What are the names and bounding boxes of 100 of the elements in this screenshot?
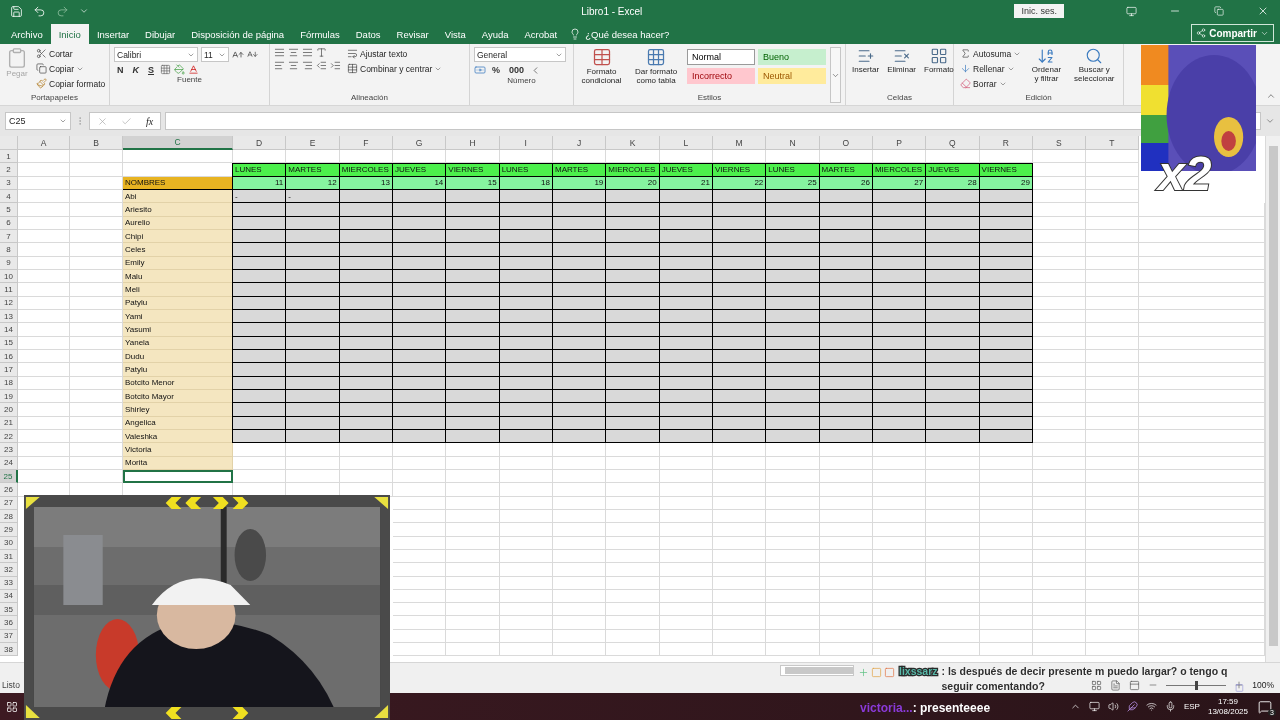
select-all-button[interactable]: [0, 136, 18, 150]
table-cell[interactable]: [979, 403, 1033, 417]
clock-date[interactable]: 13/08/2025: [1207, 706, 1248, 717]
ribbon-tab[interactable]: Datos: [347, 24, 389, 44]
table-cell[interactable]: [606, 363, 660, 377]
row-header[interactable]: 20: [0, 403, 18, 417]
table-cell[interactable]: [286, 403, 340, 417]
ribbon-tab[interactable]: Fórmulas: [292, 24, 348, 44]
table-cell[interactable]: [552, 323, 607, 337]
customize-icon[interactable]: [79, 6, 89, 16]
zoom-thumb[interactable]: [1194, 680, 1198, 690]
table-cell[interactable]: [659, 203, 713, 217]
column-header[interactable]: A: [18, 136, 70, 150]
expand-icon[interactable]: [1265, 116, 1275, 126]
day-cell[interactable]: MIERCOLES: [339, 163, 393, 177]
row-header[interactable]: 23: [0, 443, 18, 457]
restore-icon[interactable]: [1214, 6, 1224, 16]
cancel-icon[interactable]: [96, 115, 108, 127]
table-cell[interactable]: [232, 243, 287, 257]
collapse-ribbon-icon[interactable]: [1266, 91, 1276, 101]
table-cell[interactable]: [819, 403, 873, 417]
day-cell[interactable]: LUNES: [232, 163, 287, 177]
table-cell[interactable]: [819, 243, 873, 257]
column-header[interactable]: O: [819, 136, 873, 150]
table-cell[interactable]: [339, 403, 393, 417]
gallery-scroll-button[interactable]: [830, 47, 841, 103]
fill-button[interactable]: Rellenar: [958, 62, 1024, 75]
table-cell[interactable]: [393, 243, 447, 257]
name-cell[interactable]: Victoria: [123, 443, 233, 457]
table-cell[interactable]: [499, 323, 553, 337]
table-cell[interactable]: [766, 243, 820, 257]
table-cell[interactable]: [712, 203, 767, 217]
table-cell[interactable]: [552, 403, 607, 417]
font-color-icon[interactable]: [188, 64, 199, 75]
undo-icon[interactable]: [33, 4, 46, 18]
table-cell[interactable]: [872, 323, 927, 337]
merge-center-button[interactable]: Combinar y centrar: [345, 62, 445, 75]
table-cell[interactable]: [659, 243, 713, 257]
table-cell[interactable]: [979, 203, 1033, 217]
row-header[interactable]: 35: [0, 603, 18, 617]
table-cell[interactable]: [606, 283, 660, 297]
day-cell[interactable]: JUEVES: [659, 163, 713, 177]
day-cell[interactable]: LUNES: [766, 163, 820, 177]
row-header[interactable]: 26: [0, 483, 18, 497]
table-cell[interactable]: [499, 403, 553, 417]
table-cell[interactable]: [499, 283, 553, 297]
table-cell[interactable]: [393, 283, 447, 297]
name-cell[interactable]: Ariesito: [123, 203, 233, 217]
table-cell[interactable]: [446, 363, 500, 377]
table-cell[interactable]: [552, 243, 607, 257]
cells-button[interactable]: Formato: [922, 47, 956, 91]
table-cell[interactable]: [606, 203, 660, 217]
day-cell[interactable]: MARTES: [819, 163, 873, 177]
ribbon-tab[interactable]: Archivo: [3, 24, 51, 44]
feather-icon[interactable]: [1126, 701, 1138, 712]
column-header[interactable]: N: [766, 136, 820, 150]
autosum-button[interactable]: Autosuma: [958, 47, 1024, 60]
ribbon-tab[interactable]: Inicio: [50, 24, 89, 44]
table-cell[interactable]: [339, 323, 393, 337]
table-cell[interactable]: [766, 363, 820, 377]
copy-button[interactable]: Copiar: [34, 62, 108, 75]
table-cell[interactable]: [979, 363, 1033, 377]
ribbon-tab[interactable]: Disposición de página: [183, 24, 293, 44]
column-header[interactable]: C: [123, 136, 233, 150]
font-size-field[interactable]: 11: [201, 47, 229, 62]
zoom-level[interactable]: 100%: [1252, 680, 1274, 690]
table-cell[interactable]: [926, 203, 980, 217]
column-header[interactable]: Q: [926, 136, 980, 150]
currency-icon[interactable]: [474, 64, 486, 76]
clock-time[interactable]: 17:59: [1217, 696, 1238, 707]
format-painter-button[interactable]: Copiar formato: [34, 77, 108, 90]
table-cell[interactable]: [872, 243, 927, 257]
column-header[interactable]: T: [1085, 136, 1139, 150]
ribbon-tab[interactable]: Acrobat: [516, 24, 566, 44]
table-cell[interactable]: [819, 323, 873, 337]
table-cell[interactable]: [552, 283, 607, 297]
table-cell[interactable]: [926, 283, 980, 297]
table-cell[interactable]: [712, 403, 767, 417]
table-cell[interactable]: [393, 203, 447, 217]
horizontal-scrollbar[interactable]: [780, 664, 854, 676]
table-cell[interactable]: [339, 363, 393, 377]
table-cell[interactable]: [499, 363, 553, 377]
normal-view-icon[interactable]: [1091, 679, 1103, 691]
table-cell[interactable]: [872, 203, 927, 217]
table-cell[interactable]: [979, 323, 1033, 337]
table-cell[interactable]: [339, 283, 393, 297]
fill-color-icon[interactable]: [174, 64, 185, 75]
table-cell[interactable]: [393, 323, 447, 337]
table-cell[interactable]: [606, 323, 660, 337]
row-header[interactable]: 38: [0, 643, 18, 657]
table-cell[interactable]: [339, 203, 393, 217]
column-header[interactable]: R: [979, 136, 1033, 150]
table-cell[interactable]: [712, 323, 767, 337]
day-cell[interactable]: VIERNES: [446, 163, 500, 177]
day-cell[interactable]: JUEVES: [926, 163, 980, 177]
ribbon-tab[interactable]: Ayuda: [473, 24, 517, 44]
table-cell[interactable]: [819, 203, 873, 217]
row-header[interactable]: 14: [0, 323, 18, 337]
bold-button[interactable]: N: [114, 64, 127, 75]
sort-filter-button[interactable]: Ordenar y filtrar: [1027, 47, 1066, 91]
